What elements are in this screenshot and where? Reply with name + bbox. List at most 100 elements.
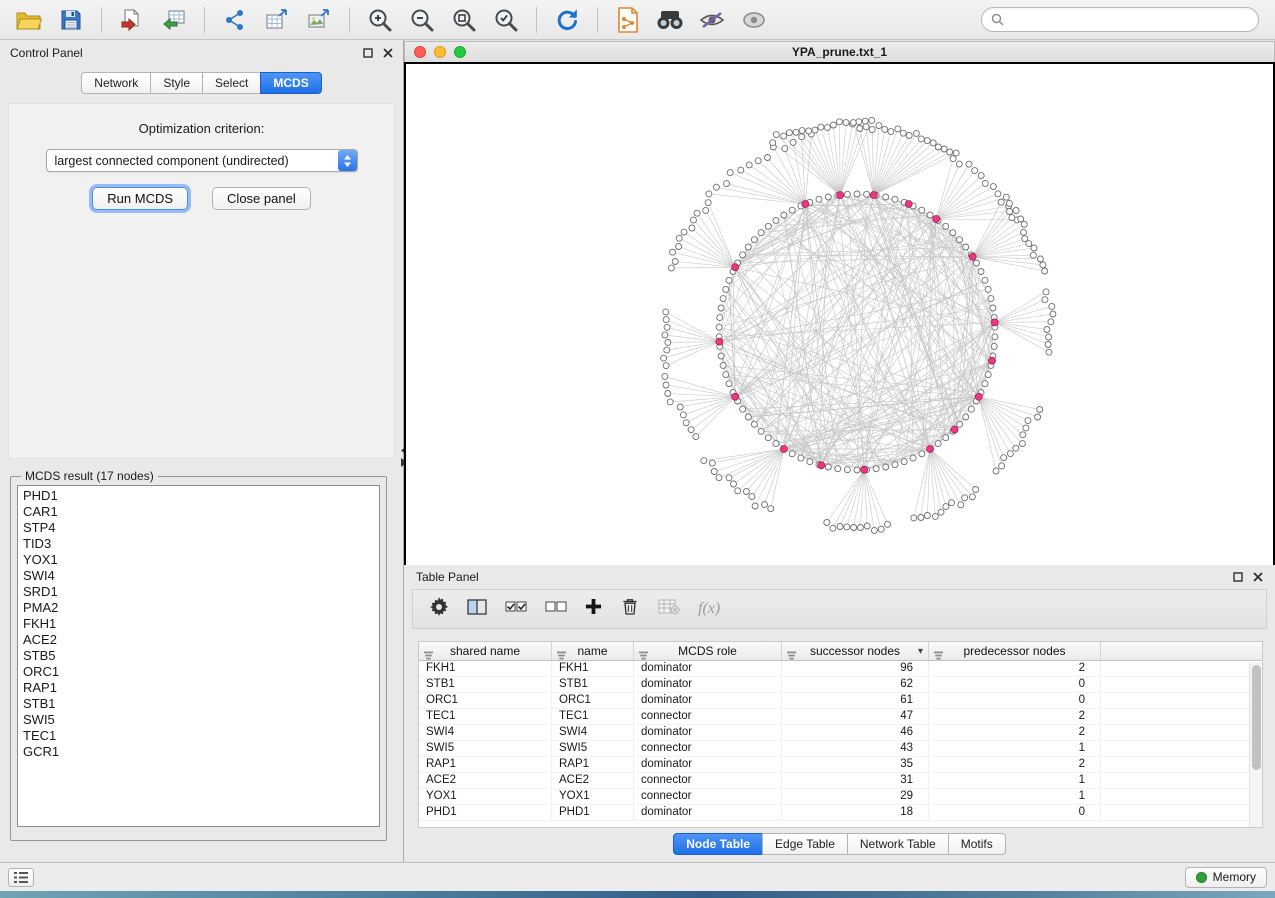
- table-cell: connector: [634, 773, 782, 788]
- column-header-successor-nodes[interactable]: successor nodes▾: [782, 642, 929, 660]
- mcds-result-item[interactable]: CAR1: [23, 504, 374, 520]
- mcds-result-item[interactable]: FKH1: [23, 616, 374, 632]
- network-window-titlebar[interactable]: YPA_prune.txt_1: [404, 41, 1275, 62]
- table-tab-motifs[interactable]: Motifs: [948, 833, 1006, 855]
- zoom-in-icon: [367, 7, 393, 33]
- table-row[interactable]: TEC1TEC1connector472: [419, 709, 1262, 725]
- export-network-button[interactable]: [216, 4, 254, 36]
- minimize-window-button[interactable]: [434, 46, 446, 58]
- maximize-window-button[interactable]: [454, 46, 466, 58]
- table-scrollbar[interactable]: [1249, 662, 1262, 827]
- scrollbar-thumb[interactable]: [1252, 665, 1261, 770]
- deselect-all-button[interactable]: [545, 600, 567, 619]
- network-canvas[interactable]: [404, 62, 1275, 567]
- mcds-result-item[interactable]: PMA2: [23, 600, 374, 616]
- zoom-selected-button[interactable]: [487, 4, 525, 36]
- zoom-out-button[interactable]: [403, 4, 441, 36]
- run-mcds-button[interactable]: Run MCDS: [92, 187, 188, 210]
- close-panel-icon[interactable]: [1253, 572, 1263, 582]
- export-table-button[interactable]: [258, 4, 296, 36]
- close-panel-button[interactable]: Close panel: [212, 187, 311, 210]
- table-cell: SWI5: [552, 741, 634, 756]
- column-header-name[interactable]: name: [552, 642, 634, 660]
- table-row[interactable]: PHD1PHD1dominator180: [419, 805, 1262, 821]
- zoom-in-button[interactable]: [361, 4, 399, 36]
- show-columns-button[interactable]: [467, 599, 487, 620]
- table-header-row: shared namenameMCDS rolesuccessor nodes▾…: [419, 642, 1262, 661]
- control-panel: Control Panel NetworkStyleSelectMCDS Opt…: [0, 40, 404, 862]
- optimization-select-value: largest connected component (undirected): [55, 154, 332, 168]
- table-tab-network-table[interactable]: Network Table: [847, 833, 949, 855]
- search-box[interactable]: [981, 7, 1259, 32]
- table-cell: ORC1: [552, 693, 634, 708]
- column-header-predecessor-nodes[interactable]: predecessor nodes: [929, 642, 1101, 660]
- search-input[interactable]: [1010, 13, 1249, 27]
- table-cell: dominator: [634, 805, 782, 820]
- table-tab-edge-table[interactable]: Edge Table: [762, 833, 848, 855]
- mcds-result-item[interactable]: TEC1: [23, 728, 374, 744]
- table-row[interactable]: ACE2ACE2connector311: [419, 773, 1262, 789]
- mcds-result-item[interactable]: STB5: [23, 648, 374, 664]
- table-settings-button[interactable]: [429, 597, 449, 622]
- toolbar-separator: [536, 7, 537, 33]
- mcds-result-item[interactable]: STP4: [23, 520, 374, 536]
- table-row[interactable]: SWI4SWI4dominator462: [419, 725, 1262, 741]
- table-cell: PHD1: [552, 805, 634, 820]
- mcds-result-title: MCDS result (17 nodes): [21, 469, 158, 483]
- table-tab-node-table[interactable]: Node Table: [673, 833, 763, 855]
- export-image-button[interactable]: [300, 4, 338, 36]
- add-column-button[interactable]: [585, 598, 602, 620]
- import-table-button[interactable]: [155, 4, 193, 36]
- tab-mcds[interactable]: MCDS: [260, 72, 321, 94]
- delete-column-button[interactable]: [620, 596, 640, 622]
- tab-network[interactable]: Network: [81, 72, 151, 94]
- memory-button[interactable]: Memory: [1185, 867, 1267, 888]
- mcds-result-item[interactable]: YOX1: [23, 552, 374, 568]
- mcds-result-item[interactable]: STB1: [23, 696, 374, 712]
- table-row[interactable]: STB1STB1dominator620: [419, 677, 1262, 693]
- close-window-button[interactable]: [414, 46, 426, 58]
- table-row[interactable]: FKH1FKH1dominator962: [419, 661, 1262, 677]
- table-row[interactable]: SWI5SWI5connector431: [419, 741, 1262, 757]
- mcds-result-item[interactable]: SRD1: [23, 584, 374, 600]
- mcds-result-item[interactable]: SWI5: [23, 712, 374, 728]
- show-graphics-button[interactable]: [735, 4, 773, 36]
- mcds-result-item[interactable]: TID3: [23, 536, 374, 552]
- tab-select[interactable]: Select: [202, 72, 261, 94]
- mcds-result-item[interactable]: GCR1: [23, 744, 374, 760]
- mcds-result-item[interactable]: ORC1: [23, 664, 374, 680]
- table-row[interactable]: ORC1ORC1dominator610: [419, 693, 1262, 709]
- mcds-result-item[interactable]: RAP1: [23, 680, 374, 696]
- save-session-button[interactable]: [52, 4, 90, 36]
- float-panel-icon[interactable]: [1233, 572, 1243, 582]
- mcds-result-item[interactable]: ACE2: [23, 632, 374, 648]
- share-document-button[interactable]: [609, 4, 647, 36]
- hide-graphics-button[interactable]: [693, 4, 731, 36]
- column-header-MCDS-role[interactable]: MCDS role: [634, 642, 782, 660]
- float-panel-icon[interactable]: [363, 48, 373, 58]
- open-session-button[interactable]: [10, 4, 48, 36]
- eye-slash-icon: [699, 10, 725, 30]
- show-panels-button[interactable]: [8, 868, 34, 887]
- binoculars-icon: [656, 9, 684, 31]
- clear-table-button-disabled: [658, 599, 680, 620]
- select-all-button[interactable]: [505, 600, 527, 619]
- find-button[interactable]: [651, 4, 689, 36]
- tab-style[interactable]: Style: [150, 72, 203, 94]
- close-panel-icon[interactable]: [383, 48, 393, 58]
- refresh-layout-button[interactable]: [548, 4, 586, 36]
- table-row[interactable]: YOX1YOX1connector291: [419, 789, 1262, 805]
- table-cell: SWI5: [419, 741, 552, 756]
- table-clear-icon: [658, 599, 680, 615]
- optimization-select[interactable]: largest connected component (undirected): [46, 149, 358, 172]
- table-cell: 43: [782, 741, 929, 756]
- table-row[interactable]: RAP1RAP1dominator352: [419, 757, 1262, 773]
- table-cell: 96: [782, 661, 929, 676]
- mcds-result-item[interactable]: PHD1: [23, 488, 374, 504]
- sort-icon: [557, 647, 566, 660]
- zoom-fit-button[interactable]: [445, 4, 483, 36]
- mcds-result-item[interactable]: SWI4: [23, 568, 374, 584]
- column-header-shared-name[interactable]: shared name: [419, 642, 552, 660]
- import-file-button[interactable]: [113, 4, 151, 36]
- desktop-background: [0, 891, 1275, 898]
